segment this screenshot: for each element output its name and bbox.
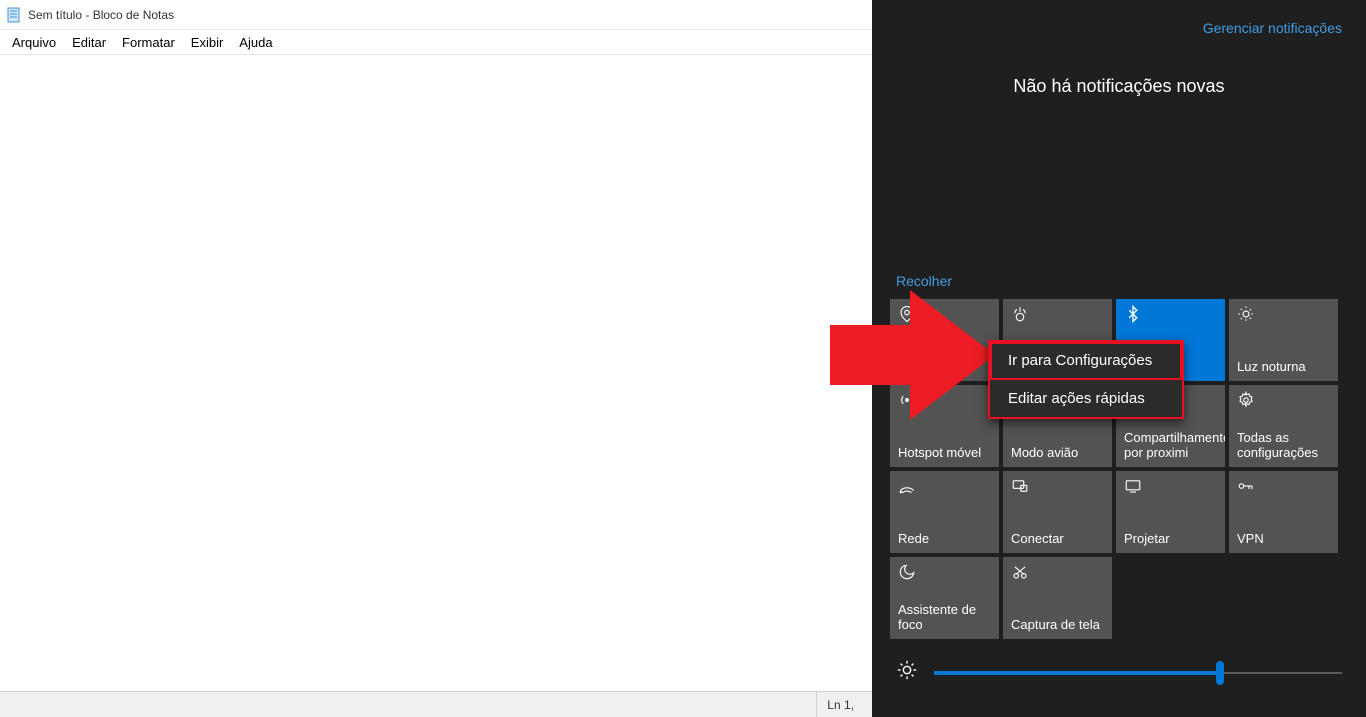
tile-project[interactable]: Projetar bbox=[1116, 471, 1225, 553]
nightlight-icon bbox=[1237, 305, 1330, 327]
annotation-arrow bbox=[830, 280, 1000, 430]
tile-label: Luz noturna bbox=[1237, 360, 1332, 375]
manage-notifications-link[interactable]: Gerenciar notificações bbox=[1203, 20, 1342, 36]
menu-arquivo[interactable]: Arquivo bbox=[4, 33, 64, 52]
tile-network[interactable]: Rede bbox=[890, 471, 999, 553]
notepad-icon bbox=[6, 7, 22, 23]
menubar: Arquivo Editar Formatar Exibir Ajuda bbox=[0, 30, 872, 54]
menu-ajuda[interactable]: Ajuda bbox=[231, 33, 280, 52]
tile-label: Projetar bbox=[1124, 532, 1219, 547]
brightness-icon bbox=[896, 659, 918, 687]
notepad-window: Sem título - Bloco de Notas Arquivo Edit… bbox=[0, 0, 872, 717]
tile-night-light[interactable]: Luz noturna bbox=[1229, 299, 1338, 381]
no-notifications-text: Não há notificações novas bbox=[872, 46, 1366, 177]
tile-label: Hotspot móvel bbox=[898, 446, 993, 461]
tile-all-settings[interactable]: Todas as configurações bbox=[1229, 385, 1338, 467]
tile-label: Modo avião bbox=[1011, 446, 1106, 461]
network-icon bbox=[898, 477, 991, 499]
vpn-icon bbox=[1237, 477, 1330, 499]
tile-label: Conectar bbox=[1011, 532, 1106, 547]
brightness-slider[interactable] bbox=[934, 661, 1342, 685]
slider-thumb[interactable] bbox=[1216, 661, 1224, 685]
battery-icon bbox=[1011, 305, 1104, 327]
snip-icon bbox=[1011, 563, 1104, 585]
menu-exibir[interactable]: Exibir bbox=[183, 33, 232, 52]
tile-screen-snip[interactable]: Captura de tela bbox=[1003, 557, 1112, 639]
text-editor[interactable] bbox=[0, 54, 872, 691]
settings-icon bbox=[1237, 391, 1330, 413]
context-menu-goto-settings[interactable]: Ir para Configurações bbox=[990, 342, 1182, 380]
tile-label: Compartilhamento por proximi bbox=[1124, 431, 1219, 461]
bluetooth-icon bbox=[1124, 305, 1217, 327]
tile-label: VPN bbox=[1237, 532, 1332, 547]
tile-label: Assistente de foco bbox=[898, 603, 993, 633]
menu-editar[interactable]: Editar bbox=[64, 33, 114, 52]
context-menu: Ir para Configurações Editar ações rápid… bbox=[988, 340, 1184, 419]
titlebar[interactable]: Sem título - Bloco de Notas bbox=[0, 0, 872, 30]
tile-label: Captura de tela bbox=[1011, 618, 1106, 633]
statusbar: Ln 1, bbox=[0, 691, 872, 717]
status-line-col: Ln 1, bbox=[816, 692, 864, 717]
connect-icon bbox=[1011, 477, 1104, 499]
tile-label: Rede bbox=[898, 532, 993, 547]
tile-vpn[interactable]: VPN bbox=[1229, 471, 1338, 553]
project-icon bbox=[1124, 477, 1217, 499]
context-menu-edit-quick-actions[interactable]: Editar ações rápidas bbox=[990, 380, 1182, 417]
action-center-header: Gerenciar notificações bbox=[872, 0, 1366, 46]
brightness-control bbox=[872, 639, 1366, 687]
tile-label: Todas as configurações bbox=[1237, 431, 1332, 461]
tile-focus-assist[interactable]: Assistente de foco bbox=[890, 557, 999, 639]
menu-formatar[interactable]: Formatar bbox=[114, 33, 183, 52]
window-title: Sem título - Bloco de Notas bbox=[28, 8, 174, 22]
tile-connect[interactable]: Conectar bbox=[1003, 471, 1112, 553]
focus-icon bbox=[898, 563, 991, 585]
slider-fill bbox=[934, 671, 1220, 675]
